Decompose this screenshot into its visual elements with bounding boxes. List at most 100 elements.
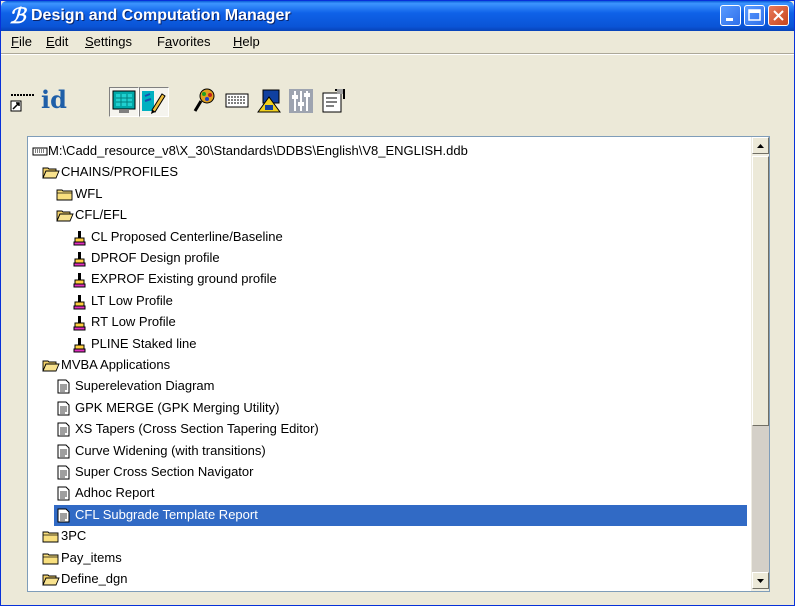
minimize-button[interactable] <box>720 5 741 26</box>
tree-view[interactable]: M:\Cadd_resource_v8\X_30\Standards\DDBS\… <box>27 136 770 592</box>
folder-closed-icon <box>56 187 73 202</box>
brush-icon <box>72 294 88 310</box>
tree-row-label: GPK MERGE (GPK Merging Utility) <box>75 399 280 415</box>
edit-tool[interactable] <box>139 87 169 117</box>
tree-row[interactable]: CL Proposed Centerline/Baseline <box>28 227 747 248</box>
keyboard-icon <box>225 93 249 108</box>
tree-row-label: CFL Subgrade Template Report <box>75 506 258 522</box>
tree-row[interactable]: EXPROF Existing ground profile <box>28 269 747 290</box>
tree-row[interactable]: WFL <box>28 184 747 205</box>
tree-row[interactable]: CHAINS/PROFILES <box>28 162 747 183</box>
folder-open-icon <box>42 358 60 373</box>
pencil-edit-icon <box>142 91 166 114</box>
sliders-icon <box>289 89 313 113</box>
tree-row[interactable]: 3PC <box>28 526 747 547</box>
tree-row[interactable]: Super Cross Section Navigator <box>28 462 747 483</box>
tree-row-label: Pay_items <box>61 549 122 565</box>
tree-row[interactable]: Curve Widening (with transitions) <box>28 441 747 462</box>
tree-row-label: XS Tapers (Cross Section Tapering Editor… <box>75 421 319 437</box>
id-icon: id <box>41 85 67 114</box>
close-icon <box>773 10 784 21</box>
tree-row-label: CFL/EFL <box>75 207 128 223</box>
tree-row-label: M:\Cadd_resource_v8\X_30\Standards\DDBS\… <box>48 143 468 158</box>
menu-settings[interactable]: Settings <box>85 34 132 49</box>
app-logo-icon[interactable]: ℬ <box>9 5 29 26</box>
folder-open-icon <box>42 572 60 587</box>
vertical-scrollbar[interactable] <box>751 137 769 591</box>
shortcut-tool[interactable] <box>9 89 39 113</box>
document-icon <box>56 486 72 501</box>
tree-row-label: WFL <box>75 185 103 201</box>
tree-row[interactable]: Adhoc Report <box>28 483 747 504</box>
maximize-button[interactable] <box>744 5 765 26</box>
tree-row[interactable]: CFL Subgrade Template Report <box>54 504 747 526</box>
paint-brush-icon <box>193 88 215 112</box>
display-tool[interactable] <box>255 87 285 117</box>
tree-row-label: CHAINS/PROFILES <box>61 164 179 180</box>
tree-list: M:\Cadd_resource_v8\X_30\Standards\DDBS\… <box>28 137 747 591</box>
tree-row-label: DPROF Design profile <box>91 250 220 265</box>
tree-row-label: RT Low Profile <box>91 314 176 330</box>
menu-help[interactable]: Help <box>233 34 260 49</box>
tree-row[interactable]: XS Tapers (Cross Section Tapering Editor… <box>28 419 747 440</box>
title-bar[interactable]: ℬ Design and Computation Manager <box>1 1 794 31</box>
document-icon <box>56 401 72 416</box>
document-icon <box>56 422 72 437</box>
folder-closed-icon <box>42 551 59 566</box>
keyboard-tool[interactable] <box>223 89 253 113</box>
tree-row-label: LT Low Profile <box>91 292 173 308</box>
menu-bar: File Edit Settings Favorites Help <box>1 31 794 52</box>
tree-row-label: Superelevation Diagram <box>75 378 215 394</box>
tree-row[interactable]: GPK MERGE (GPK Merging Utility) <box>28 398 747 419</box>
document-icon <box>56 444 72 459</box>
tree-row-label: MVBA Applications <box>61 357 171 372</box>
properties-icon <box>322 89 345 113</box>
monitor-tool[interactable] <box>109 87 139 117</box>
tree-row-label: Super Cross Section Navigator <box>75 464 254 479</box>
folder-closed-icon <box>42 529 59 544</box>
sliders-tool[interactable] <box>287 87 317 117</box>
tree-row[interactable]: LT Low Profile <box>28 291 747 312</box>
tree-row[interactable]: MVBA Applications <box>28 355 747 376</box>
maximize-icon <box>748 9 761 21</box>
brush-icon <box>72 315 88 331</box>
scroll-down-button[interactable] <box>752 572 769 589</box>
tree-row[interactable]: Define_dgn <box>28 569 747 590</box>
tree-row-label: Define_dgn <box>61 571 128 586</box>
tree-row[interactable]: CFL/EFL <box>28 205 747 226</box>
tree-row-label: Curve Widening (with transitions) <box>75 442 266 458</box>
scroll-track[interactable] <box>752 426 769 572</box>
menu-edit[interactable]: Edit <box>46 34 68 49</box>
tree-row[interactable]: Pay_items <box>28 548 747 569</box>
paint-tool[interactable] <box>191 87 221 117</box>
tree-row[interactable]: DPROF Design profile <box>28 248 747 269</box>
tree-row-label: Adhoc Report <box>75 485 155 501</box>
tree-row[interactable]: PLINE Staked line <box>28 334 747 355</box>
folder-open-icon <box>56 208 74 223</box>
minimize-icon <box>726 18 733 21</box>
scroll-down-icon <box>757 579 764 583</box>
menu-file[interactable]: File <box>11 34 32 49</box>
id-tool[interactable]: id <box>39 85 73 115</box>
brush-icon <box>72 251 88 267</box>
scroll-thumb[interactable] <box>752 156 769 426</box>
tree-row-label: CL Proposed Centerline/Baseline <box>91 228 283 244</box>
tree-row[interactable]: Superelevation Diagram <box>28 376 747 397</box>
tree-row-label: 3PC <box>61 528 87 544</box>
tree-row[interactable]: M:\Cadd_resource_v8\X_30\Standards\DDBS\… <box>28 141 747 162</box>
scroll-up-icon <box>757 144 764 148</box>
brush-icon <box>72 337 88 353</box>
menu-favorites[interactable]: Favorites <box>157 34 210 49</box>
display-icon <box>257 89 281 113</box>
brush-icon <box>72 230 88 246</box>
tree-row[interactable]: RT Low Profile <box>28 312 747 333</box>
tree-row-label: EXPROF Existing ground profile <box>91 271 277 287</box>
close-button[interactable] <box>768 5 789 26</box>
monitor-icon <box>112 90 136 113</box>
tree-row-label: PLINE Staked line <box>91 335 197 351</box>
toolbar: id <box>1 55 794 119</box>
window-title: Design and Computation Manager <box>31 7 291 24</box>
keyboard-icon <box>32 144 48 159</box>
scroll-up-button[interactable] <box>752 137 769 154</box>
properties-tool[interactable] <box>319 87 349 117</box>
